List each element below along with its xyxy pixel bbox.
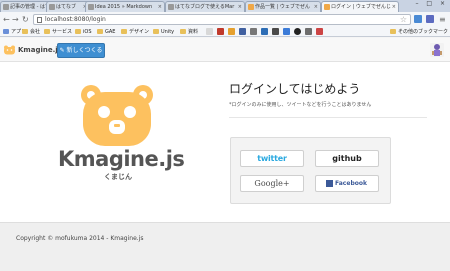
bookmark-folder[interactable]: 資料 <box>180 28 198 36</box>
page-icon <box>37 17 42 23</box>
tab-label: はてなブ <box>56 4 77 10</box>
folder-icon <box>180 29 186 34</box>
bookmark-icon[interactable] <box>272 28 279 35</box>
bookmark-label: その他のブックマーク <box>398 29 449 35</box>
folder-icon <box>75 29 81 34</box>
brand-kana: くまじん <box>104 173 132 181</box>
browser-toolbar: ← → ↻ localhost:8080/login ☆ ≡ <box>0 12 450 27</box>
divider <box>229 117 427 118</box>
bookmark-label: サービス <box>52 29 73 35</box>
site-logo-text[interactable]: Kmagine.js <box>18 46 62 54</box>
login-button-panel <box>230 137 391 204</box>
twitter-login-button[interactable]: twitter <box>240 150 304 167</box>
apps-icon <box>3 29 9 34</box>
forward-icon[interactable]: → <box>12 15 19 24</box>
bookmark-icon[interactable] <box>228 28 235 35</box>
tab-strip: 記事の管理 - はてなブ × はてなブ × Idea 2015 » Markdo… <box>0 0 450 12</box>
facebook-logo-text: Facebook <box>335 180 367 187</box>
bookmark-icon[interactable] <box>316 28 323 35</box>
site-footer <box>0 222 450 271</box>
bookmark-label: 資料 <box>188 29 199 35</box>
menu-icon[interactable]: ≡ <box>439 15 446 24</box>
tab-hatena[interactable]: はてなブ × <box>46 1 90 12</box>
bookmark-folder[interactable]: GAE <box>97 28 115 36</box>
bookmark-label: デザイン <box>129 29 150 35</box>
tab-label: はてなブログで使えるMar <box>175 4 235 10</box>
facebook-login-button[interactable]: Facebook <box>315 175 379 192</box>
folder-icon <box>44 29 50 34</box>
github-login-button[interactable]: github <box>315 150 379 167</box>
bookmark-star-icon[interactable]: ☆ <box>400 15 407 24</box>
login-title: ログインしてはじめよう <box>229 82 361 96</box>
tab-works-list[interactable]: 作品一覧 | ウェブでぜん × <box>245 1 321 12</box>
google-login-button[interactable]: Google+ <box>240 175 304 192</box>
new-create-label: 新しくつくる <box>66 47 103 54</box>
bear-logo-icon <box>4 45 15 55</box>
avatar[interactable] <box>430 43 444 57</box>
tab-login[interactable]: ログイン | ウェブでぜんじ × <box>321 1 399 12</box>
tab-idea-markdown[interactable]: Idea 2015 » Markdown × <box>85 1 165 12</box>
copyright-text: Copyright © mofukuma 2014 - Kmagine.js <box>16 235 144 242</box>
twitter-logo-text: twitter <box>257 154 287 163</box>
bookmark-icon[interactable] <box>239 28 246 35</box>
close-icon[interactable]: × <box>238 2 242 12</box>
bookmark-folder[interactable]: iOS <box>75 28 92 36</box>
bookmarks-bar: アプリ 会社 サービス iOS GAE デザイン Unity 資料 その他のブッ… <box>0 27 450 37</box>
login-description: *ログインのみに使用し、ツイートなどを行うことはありません <box>229 102 372 108</box>
google-logo-text: Google+ <box>254 179 290 188</box>
close-icon[interactable]: × <box>158 2 162 12</box>
tab-label: ログイン | ウェブでぜんじ <box>331 4 391 10</box>
url-text: localhost:8080/login <box>45 16 106 23</box>
extension-icon[interactable] <box>426 15 434 23</box>
browser-window: 記事の管理 - はてなブ × はてなブ × Idea 2015 » Markdo… <box>0 0 450 271</box>
bookmark-icon[interactable] <box>305 28 312 35</box>
site-header: Kmagine.js ✎ 新しくつくる <box>0 38 450 62</box>
brand-name: Kmagine.js <box>58 147 185 171</box>
back-icon[interactable]: ← <box>3 15 10 24</box>
bookmark-icon[interactable] <box>250 28 257 35</box>
bookmark-folder[interactable]: Unity <box>153 28 174 36</box>
bookmark-label: GAE <box>105 29 116 35</box>
bookmark-label: Unity <box>161 29 175 35</box>
close-icon[interactable]: × <box>392 2 396 12</box>
folder-icon <box>22 29 28 34</box>
page-favicon-icon <box>168 4 174 10</box>
new-create-button[interactable]: ✎ 新しくつくる <box>57 43 105 58</box>
tab-hatena-markdown[interactable]: はてなブログで使えるMar × <box>165 1 245 12</box>
bookmark-label: iOS <box>83 29 92 35</box>
bookmark-folder[interactable]: デザイン <box>121 28 149 36</box>
address-bar[interactable]: localhost:8080/login ☆ <box>33 14 411 25</box>
bookmark-label: 会社 <box>30 29 41 35</box>
github-logo-text: github <box>332 154 362 163</box>
edit-icon: ✎ <box>59 47 65 54</box>
bookmark-folder[interactable]: 会社 <box>22 28 40 36</box>
page-favicon-icon <box>88 4 94 10</box>
bookmark-icon[interactable] <box>217 28 224 35</box>
github-icon[interactable] <box>294 28 301 35</box>
tab-label: Idea 2015 » Markdown <box>95 4 153 10</box>
bookmark-icon[interactable] <box>206 28 213 35</box>
close-icon[interactable]: × <box>314 2 318 12</box>
bookmark-folder[interactable]: サービス <box>44 28 72 36</box>
bookmark-icon[interactable] <box>283 28 290 35</box>
page-favicon-icon <box>49 4 55 10</box>
bookmark-icon[interactable] <box>261 28 268 35</box>
hatena-favicon-icon <box>3 4 9 10</box>
reload-icon[interactable]: ↻ <box>22 15 29 24</box>
bookmark-other[interactable]: その他のブックマーク <box>390 28 448 36</box>
folder-icon <box>153 29 159 34</box>
window-controls[interactable]: – □ × <box>415 0 448 7</box>
extension-icon[interactable] <box>414 15 422 23</box>
folder-icon <box>390 29 396 34</box>
kmagine-favicon-icon <box>324 4 330 10</box>
bear-mascot-icon <box>81 85 153 146</box>
tab-label: 作品一覧 | ウェブでぜん <box>255 4 310 10</box>
folder-icon <box>121 29 127 34</box>
folder-icon <box>97 29 103 34</box>
kmagine-favicon-icon <box>248 4 254 10</box>
